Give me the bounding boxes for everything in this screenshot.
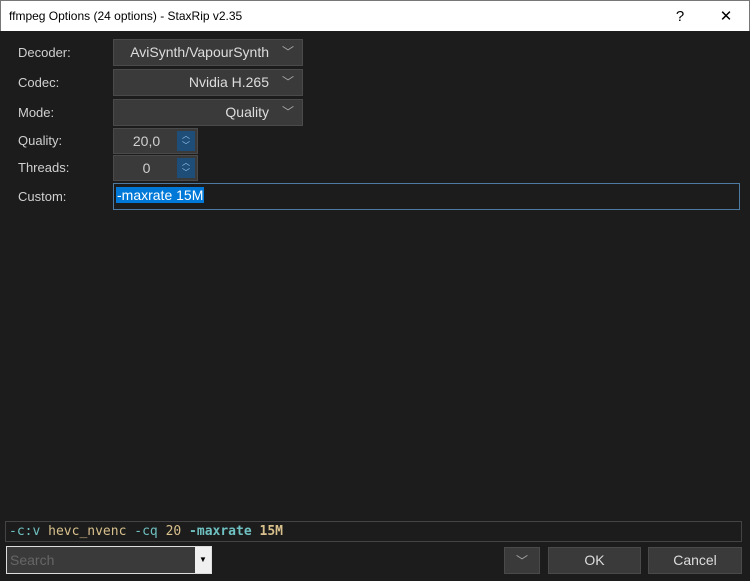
cmd-part: -maxrate — [189, 524, 252, 539]
cmd-part: -c:v — [9, 524, 41, 539]
decoder-dropdown[interactable]: AviSynth/VapourSynth ﹀ — [113, 39, 303, 66]
custom-value: -maxrate 15M — [116, 187, 205, 203]
codec-label: Codec: — [18, 75, 60, 90]
quality-label: Quality: — [18, 133, 63, 148]
close-button[interactable]: ✕ — [703, 1, 749, 32]
decoder-label: Decoder: — [18, 45, 71, 60]
cmd-part: hevc_nvenc — [48, 524, 127, 539]
search-combo[interactable]: ▼ — [6, 546, 212, 574]
decoder-value: AviSynth/VapourSynth — [130, 44, 269, 60]
threads-stepper[interactable]: 0 ︿ ﹀ — [113, 155, 198, 181]
chevron-down-icon: ﹀ — [281, 75, 294, 89]
mode-dropdown[interactable]: Quality ﹀ — [113, 99, 303, 126]
threads-value: 0 — [142, 160, 151, 176]
help-button[interactable]: ? — [657, 1, 703, 32]
window-title: ffmpeg Options (24 options) - StaxRip v2… — [9, 9, 243, 23]
mode-label: Mode: — [18, 105, 55, 120]
cmd-part: 15M — [259, 524, 283, 539]
codec-value: Nvidia H.265 — [188, 74, 269, 90]
cmd-part: 20 — [165, 524, 182, 539]
menu-button[interactable]: ﹀ — [504, 547, 540, 574]
command-line-preview: -c:v hevc_nvenc -cq 20 -maxrate 15M — [5, 521, 742, 542]
custom-input[interactable]: -maxrate 15M — [113, 183, 740, 210]
quality-stepper[interactable]: 20,0 ︿ ﹀ — [113, 128, 198, 154]
title-bar: ffmpeg Options (24 options) - StaxRip v2… — [0, 0, 750, 31]
quality-value: 20,0 — [132, 133, 161, 149]
chevron-down-icon: ﹀ — [281, 105, 294, 119]
mode-value: Quality — [225, 104, 269, 120]
search-input[interactable] — [8, 548, 195, 572]
chevron-down-icon: ﹀ — [515, 554, 528, 568]
threads-label: Threads: — [18, 160, 70, 175]
dropdown-arrow-icon[interactable]: ▼ — [195, 547, 211, 573]
custom-label: Custom: — [18, 189, 67, 204]
cancel-button[interactable]: Cancel — [648, 547, 742, 574]
cmd-part: -cq — [134, 524, 158, 539]
codec-dropdown[interactable]: Nvidia H.265 ﹀ — [113, 69, 303, 96]
ok-button[interactable]: OK — [548, 547, 641, 574]
chevron-down-icon: ﹀ — [281, 45, 294, 59]
spin-arrows-icon[interactable]: ︿ ﹀ — [177, 158, 195, 178]
spin-arrows-icon[interactable]: ︿ ﹀ — [177, 131, 195, 151]
